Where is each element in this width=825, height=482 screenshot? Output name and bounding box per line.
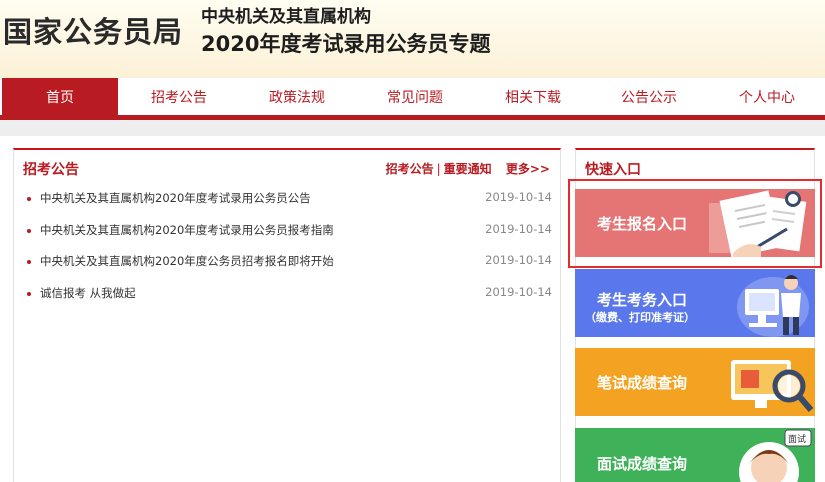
bullet-icon bbox=[27, 228, 31, 233]
announcements-title: 招考公告 bbox=[23, 162, 79, 178]
announcement-link[interactable]: 中央机关及其直属机构2020年度考试录用公务员公告 bbox=[40, 190, 311, 206]
candidate-exam-affairs-button[interactable]: 考生考务入口 （缴费、打印准考证） bbox=[575, 269, 815, 337]
link-recruitment-notices[interactable]: 招考公告 bbox=[386, 162, 434, 176]
announcement-list: 中央机关及其直属机构2020年度考试录用公务员公告 2019-10-14 中央机… bbox=[14, 186, 560, 312]
written-exam-score-query-button[interactable]: 笔试成绩查询 bbox=[575, 348, 815, 416]
announcement-link[interactable]: 诚信报考 从我做起 bbox=[40, 285, 136, 301]
more-link[interactable]: 更多>> bbox=[506, 162, 550, 176]
nav-item-downloads[interactable]: 相关下载 bbox=[474, 78, 592, 115]
bullet-icon bbox=[27, 291, 31, 296]
topic-subtitle: 中央机关及其直属机构 bbox=[201, 7, 371, 27]
interview-score-query-button[interactable]: 面试成绩查询 面试 bbox=[575, 428, 815, 482]
tile-label: 面试成绩查询 bbox=[597, 455, 688, 473]
tile-label: 考生考务入口 bbox=[597, 291, 688, 309]
announcement-date: 2019-10-14 bbox=[485, 221, 552, 236]
main-nav: 首页 招考公告 政策法规 常见问题 相关下载 公告公示 个人中心 bbox=[0, 78, 825, 120]
announcement-date: 2019-10-14 bbox=[485, 284, 552, 299]
nav-item-policies[interactable]: 政策法规 bbox=[238, 78, 356, 115]
announcement-date: 2019-10-14 bbox=[485, 190, 552, 204]
list-item: 诚信报考 从我做起 2019-10-14 bbox=[14, 281, 560, 313]
computer-user-icon bbox=[737, 275, 809, 337]
announcement-link[interactable]: 中央机关及其直属机构2020年度考试录用公务员报考指南 bbox=[40, 222, 334, 238]
list-item: 中央机关及其直属机构2020年度公务员招考报名即将开始 2019-10-14 bbox=[14, 249, 560, 281]
nav-item-recruitment-notices[interactable]: 招考公告 bbox=[120, 78, 238, 115]
separator-strip bbox=[0, 120, 825, 136]
announcements-panel: 招考公告 招考公告 | 重要通知 更多>> 中央机关及其直属机构2020年度考试录用… bbox=[13, 148, 561, 482]
tile-label: 笔试成绩查询 bbox=[597, 374, 688, 392]
site-name: 国家公务员局 bbox=[3, 15, 184, 49]
list-item: 中央机关及其直属机构2020年度考试录用公务员公告 2019-10-14 bbox=[14, 186, 560, 218]
nav-item-public-notices[interactable]: 公告公示 bbox=[590, 78, 708, 115]
announcement-date: 2019-10-14 bbox=[485, 253, 552, 267]
interview-badge: 面试 bbox=[788, 433, 806, 445]
link-important-notices[interactable]: 重要通知 bbox=[444, 162, 492, 176]
announcement-link[interactable]: 中央机关及其直属机构2020年度公务员招考报名即将开始 bbox=[40, 253, 334, 269]
list-item: 中央机关及其直属机构2020年度考试录用公务员报考指南 2019-10-14 bbox=[14, 218, 560, 250]
announcements-links: 招考公告 | 重要通知 更多>> bbox=[386, 160, 550, 177]
bullet-icon bbox=[27, 197, 31, 201]
screen-magnifier-icon bbox=[731, 360, 814, 412]
links-separator: | bbox=[436, 162, 441, 176]
tile-sublabel: （缴费、打印准考证） bbox=[585, 311, 695, 324]
topic-title: 2020年度考试录用公务员专题 bbox=[201, 32, 491, 56]
quick-entry-title: 快速入口 bbox=[585, 162, 641, 178]
nav-item-faq[interactable]: 常见问题 bbox=[356, 78, 474, 115]
nav-item-personal-center[interactable]: 个人中心 bbox=[708, 78, 825, 115]
page-header: 国家公务员局 中央机关及其直属机构 2020年度考试录用公务员专题 bbox=[0, 0, 825, 78]
highlight-box bbox=[568, 179, 822, 268]
bullet-icon bbox=[27, 260, 31, 264]
nav-item-home[interactable]: 首页 bbox=[2, 78, 118, 115]
interviewer-icon: 面试 bbox=[739, 429, 812, 482]
